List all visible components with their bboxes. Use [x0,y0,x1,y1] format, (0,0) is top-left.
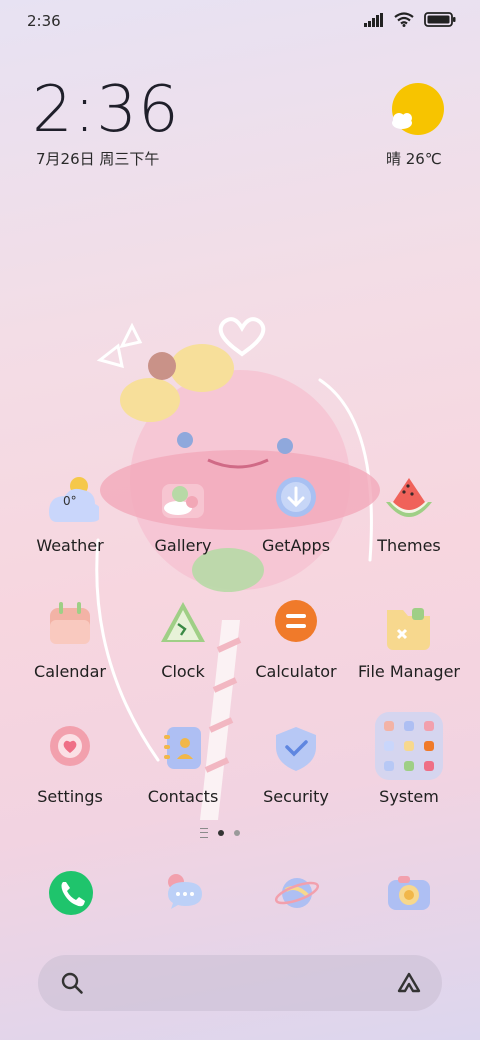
app-label: Weather [36,536,104,555]
signal-icon [364,12,383,27]
clock-widget-time[interactable]: 2:36 [32,78,180,142]
camera-icon[interactable] [384,868,434,918]
app-calendar[interactable]: Calendar [15,598,125,718]
calculator-icon [275,600,317,642]
settings-icon [50,726,90,766]
app-label: GetApps [261,536,331,555]
app-label: Clock [161,662,205,681]
file-manager-icon [387,608,430,650]
gallery-icon [162,484,204,518]
search-icon[interactable] [60,971,84,995]
page-dot[interactable] [234,830,240,836]
app-calculator[interactable]: Calculator [241,598,351,718]
browser-icon[interactable] [272,868,322,918]
status-bar: 2:36 [0,0,480,40]
app-label: Calculator [255,662,337,681]
app-getapps[interactable]: GetApps [241,472,351,592]
weather-widget-text: 晴 26℃ [386,150,442,168]
app-themes[interactable]: Themes [354,472,464,592]
app-label: Gallery [154,536,212,555]
page-indicator[interactable] [200,828,240,838]
app-label: System [379,787,439,806]
app-label: Contacts [147,787,219,806]
app-contacts[interactable]: Contacts [128,723,238,843]
weather-badge: 0° [63,494,77,508]
search-bar[interactable] [38,955,442,1011]
battery-icon [424,12,456,27]
app-list-icon[interactable] [200,828,208,838]
messages-icon[interactable] [160,868,210,918]
security-icon [276,727,316,771]
assistant-icon[interactable] [396,971,422,995]
app-weather[interactable]: 0° Weather [15,472,125,592]
clock-icon [161,602,205,642]
clock-widget-date: 7月26日 周三下午 [36,150,160,168]
calendar-icon [50,602,90,644]
status-time: 2:36 [27,12,61,30]
themes-icon [386,478,432,517]
getapps-icon [276,477,316,517]
phone-icon[interactable] [46,868,96,918]
wifi-icon [394,12,414,27]
app-label: File Manager [358,662,460,681]
app-system-folder[interactable]: System [354,712,464,832]
app-file-manager[interactable]: File Manager [354,598,464,718]
app-label: Settings [37,787,103,806]
app-gallery[interactable]: Gallery [128,472,238,592]
system-folder-icon [375,712,443,780]
app-settings[interactable]: Settings [15,723,125,843]
app-security[interactable]: Security [241,723,351,843]
app-clock[interactable]: Clock [128,598,238,718]
partly-sunny-icon[interactable] [388,82,446,136]
app-label: Security [263,787,329,806]
app-label: Calendar [34,662,106,681]
page-dot-active[interactable] [218,830,224,836]
contacts-icon [164,727,201,769]
app-label: Themes [377,536,441,555]
